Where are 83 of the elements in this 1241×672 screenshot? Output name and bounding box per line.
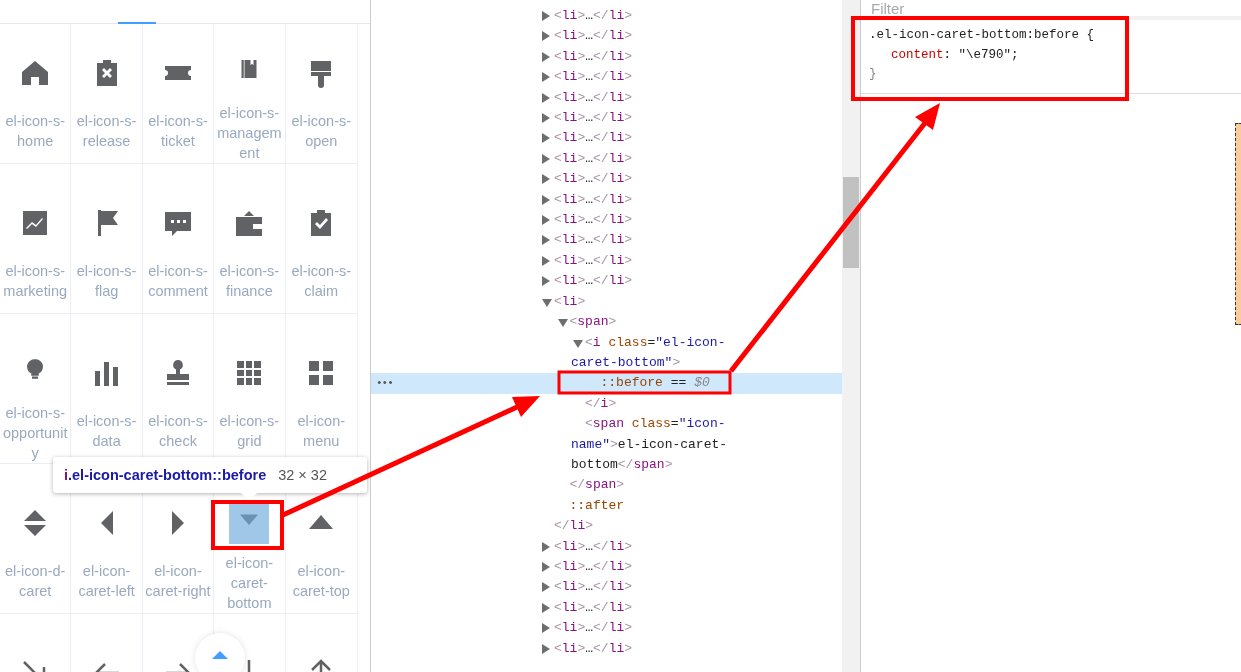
icon-name: el-icon-caret-top [291,562,351,601]
expand-arrow-icon[interactable] [542,72,550,83]
icon-name: el-icon-s-finance [218,262,281,301]
dom-tree-row[interactable]: <li>…</li> [371,87,842,109]
icon-name: el-icon-s-comment [147,262,209,301]
dom-tree-row[interactable]: </span> [371,475,842,496]
dom-tree-row[interactable]: <li>…</li> [371,108,842,129]
expand-arrow-icon[interactable] [542,541,550,552]
tooltip-selector: i.el-icon-caret-bottom::before [64,467,267,483]
dom-tree-row[interactable]: <li>…</li> [371,210,842,231]
expand-arrow-icon[interactable] [542,602,550,613]
dom-tree-row[interactable]: <li>…</li> [371,148,842,170]
scrollbar-track[interactable] [842,0,860,672]
icon-name: el-icon-s-marketing [2,262,69,301]
expand-arrow-icon[interactable] [542,582,550,593]
collapse-arrow-icon[interactable] [573,339,583,348]
dom-tree-row[interactable]: <li>…</li> [371,536,842,557]
expand-arrow-icon[interactable] [542,92,550,103]
collapse-arrow-icon[interactable] [542,298,552,307]
dom-tree-row[interactable]: <li>…</li> [371,67,842,88]
dom-tree-row[interactable]: <span class="icon-name">el-icon-caret-bottom</span> [371,414,842,476]
dom-tree-row[interactable]: ••• ::before == $0 [371,373,842,394]
css-selector: .el-icon-caret-bottom:before { [869,27,1096,44]
collapse-arrow-icon[interactable] [557,319,568,328]
expand-arrow-icon[interactable] [542,174,550,185]
dom-tree-row[interactable]: <i class="el-icon-caret-bottom"> [371,332,842,374]
icon-name: el-icon-s-open [290,112,353,151]
css-declaration[interactable]: content: "\e790"; [869,45,1233,65]
expand-arrow-icon[interactable] [542,235,550,246]
tooltip-size: 32 × 32 [278,467,327,483]
dom-tree-row[interactable]: <span> [371,312,842,333]
dom-tree-row[interactable]: ::after [371,495,842,517]
dom-tree-row[interactable]: <li>…</li> [371,6,842,27]
dom-tree-row[interactable]: <li>…</li> [371,271,842,292]
expand-arrow-icon[interactable] [542,215,550,226]
dom-tree-row[interactable]: <li>…</li> [371,128,842,149]
dom-tree-row[interactable]: <li> [371,291,842,313]
expand-arrow-icon[interactable] [542,276,550,287]
dom-tree-row[interactable]: <li>…</li> [371,230,842,251]
icon-name: el-icon-s-management [216,104,283,163]
back-to-top-button[interactable] [195,633,245,672]
icon-name: el-icon-s-grid [218,412,281,451]
expand-arrow-icon[interactable] [542,11,550,21]
expand-arrow-icon[interactable] [542,133,550,144]
icon-name: el-icon-s-ticket [147,112,209,151]
expand-arrow-icon[interactable] [542,643,550,654]
dom-tree-row[interactable]: <li>…</li> [371,26,842,47]
dom-tree-row[interactable]: <li>…</li> [371,577,842,598]
icon-name: el-icon-s-opportunity [1,404,69,463]
icon-name: el-icon-menu [296,412,347,451]
dom-tree-row[interactable]: <li>…</li> [371,597,842,619]
icon-name: el-icon-caret-left [77,562,136,601]
icon-name: el-icon-caret-right [144,562,212,601]
dom-tree-row[interactable]: </li> [371,516,842,537]
expand-arrow-icon[interactable] [542,31,550,42]
icon-name: el-icon-caret-bottom [224,554,275,613]
icon-name: el-icon-d-caret [3,562,67,601]
active-tab-indicator [118,22,156,24]
expand-arrow-icon[interactable] [542,255,550,266]
dom-tree-row[interactable]: <li>…</li> [371,556,842,578]
expand-arrow-icon[interactable] [542,561,550,572]
dom-tree-row[interactable]: <li>…</li> [371,189,842,211]
scrollbar-thumb[interactable] [843,177,859,268]
dom-tree-row[interactable]: <li>…</li> [371,46,842,68]
dom-tree-row[interactable]: <li>…</li> [371,618,842,639]
expand-arrow-icon[interactable] [542,153,550,164]
caret-up-icon [212,651,228,659]
dom-tree-row[interactable]: <li>…</li> [371,250,842,272]
expand-arrow-icon[interactable] [542,194,550,205]
expand-arrow-icon[interactable] [542,623,550,634]
dom-tree-row[interactable]: <li>…</li> [371,638,842,659]
icon-name: el-icon-s-flag [75,262,138,301]
expand-arrow-icon[interactable] [542,51,550,62]
dom-tree-row[interactable]: <li>…</li> [371,169,842,190]
closing-brace: } [869,66,878,83]
icon-name: el-icon-s-release [75,112,138,151]
dom-tree-row[interactable]: </i> [371,393,842,415]
icon-name: el-icon-s-data [75,412,138,451]
more-options-button[interactable]: ••• [376,373,393,394]
expand-arrow-icon[interactable] [542,113,550,124]
icon-name: el-icon-s-claim [290,262,353,301]
icon-name: el-icon-s-check [147,412,209,451]
icon-name: el-icon-s-home [4,112,66,151]
